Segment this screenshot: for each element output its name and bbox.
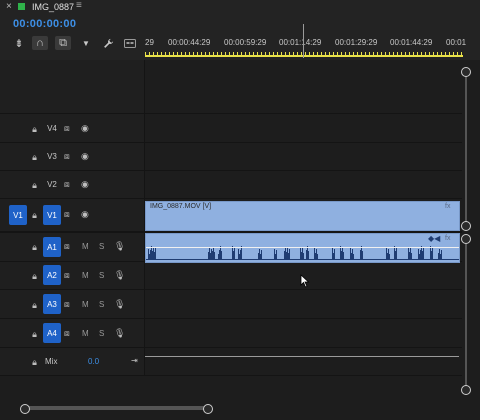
track-row-mix[interactable]: 🔒︎ Mix 0.0 ⇥ <box>0 348 462 376</box>
mute-button[interactable]: M <box>82 329 89 338</box>
track-row-a2[interactable]: A2 🔒︎ ⧈ M S 🎙︎ <box>0 262 462 290</box>
track-target-a3[interactable]: A3 <box>43 294 61 314</box>
eye-icon[interactable]: ◉ <box>81 179 89 189</box>
eye-icon[interactable]: ◉ <box>81 123 89 133</box>
lock-icon[interactable]: 🔒︎ <box>30 124 39 134</box>
lock-icon[interactable]: 🔒︎ <box>30 329 39 339</box>
ruler-label: 00:00:59:29 <box>224 38 267 47</box>
track-row-a3[interactable]: A3 🔒︎ ⧈ M S 🎙︎ <box>0 291 462 319</box>
zoom-handle-right[interactable] <box>203 404 213 414</box>
microphone-icon[interactable]: 🎙︎ <box>114 299 125 309</box>
volume-rubberband[interactable] <box>146 247 459 248</box>
ruler-label: 00:01 <box>446 38 467 47</box>
wrench-icon[interactable] <box>100 36 116 50</box>
sync-lock-icon[interactable]: ⧈ <box>64 299 70 309</box>
mix-label: Mix <box>45 357 58 366</box>
scroll-handle-bottom[interactable] <box>461 221 471 231</box>
track-target-a1[interactable]: A1 <box>43 237 61 257</box>
sync-lock-icon[interactable]: ⧈ <box>64 151 70 161</box>
track-row-empty <box>0 86 462 114</box>
track-target-a4[interactable]: A4 <box>43 323 61 343</box>
microphone-icon[interactable]: 🎙︎ <box>114 328 125 338</box>
solo-button[interactable]: S <box>99 329 104 338</box>
audio-keyframe-icon: ◆◀ <box>428 234 441 243</box>
video-vertical-scrollbar[interactable] <box>461 68 471 232</box>
track-name: V2 <box>47 180 57 189</box>
linked-selection-icon[interactable]: ⧉ <box>55 36 71 50</box>
ruler-label: 00:01:14:29 <box>279 38 322 47</box>
lock-icon[interactable]: 🔒︎ <box>30 300 39 310</box>
mute-button[interactable]: M <box>82 242 89 251</box>
ruler-label: 00:00:44:29 <box>168 38 211 47</box>
scroll-handle-top[interactable] <box>461 67 471 77</box>
solo-button[interactable]: S <box>99 271 104 280</box>
sequence-color-swatch <box>18 3 25 10</box>
track-row-v3[interactable]: 🔒︎ V3 ⧈ ◉ <box>0 143 462 171</box>
scroll-handle-bottom[interactable] <box>461 385 471 395</box>
audio-vertical-scrollbar[interactable] <box>461 236 471 396</box>
snap-icon[interactable]: ∩ <box>32 36 48 50</box>
eye-icon[interactable]: ◉ <box>81 209 89 219</box>
work-area-bar[interactable] <box>145 55 463 57</box>
sync-lock-icon[interactable]: ⧈ <box>64 179 70 189</box>
sync-lock-icon[interactable]: ⧈ <box>64 123 70 133</box>
mute-button[interactable]: M <box>82 300 89 309</box>
zoom-handle-left[interactable] <box>20 404 30 414</box>
fx-badge-icon: fx <box>445 203 451 210</box>
sync-lock-icon[interactable]: ⧈ <box>64 209 70 219</box>
track-row-v4[interactable]: 🔒︎ V4 ⧈ ◉ <box>0 115 462 143</box>
mix-level-line[interactable] <box>145 356 459 357</box>
lock-icon[interactable]: 🔒︎ <box>30 180 39 190</box>
track-target-a2[interactable]: A2 <box>43 265 61 285</box>
track-row-a4[interactable]: A4 🔒︎ ⧈ M S 🎙︎ <box>0 320 462 348</box>
lock-icon[interactable]: 🔒︎ <box>30 357 39 367</box>
microphone-icon[interactable]: 🎙︎ <box>114 270 125 280</box>
solo-button[interactable]: S <box>99 300 104 309</box>
mix-volume-value[interactable]: 0.0 <box>88 357 99 366</box>
panel-menu-icon[interactable]: ≡ <box>76 0 82 12</box>
mute-button[interactable]: M <box>82 271 89 280</box>
captions-icon[interactable] <box>122 36 138 50</box>
sequence-tab[interactable]: × IMG_0887 ≡ <box>0 0 480 14</box>
microphone-icon[interactable]: 🎙︎ <box>114 241 125 251</box>
track-target-v1[interactable]: V1 <box>43 205 61 225</box>
fx-badge-icon: fx <box>445 235 451 242</box>
eye-icon[interactable]: ◉ <box>81 151 89 161</box>
track-row-v2[interactable]: 🔒︎ V2 ⧈ ◉ <box>0 171 462 199</box>
insert-overwrite-icon[interactable]: ⇟ <box>11 36 27 50</box>
close-tab-icon[interactable]: × <box>6 1 12 13</box>
zoom-scroll-thumb[interactable] <box>26 406 208 410</box>
waveform-bar <box>241 246 242 260</box>
waveform-baseline <box>146 259 459 260</box>
track-name: V4 <box>47 124 57 133</box>
sequence-title[interactable]: IMG_0887 <box>32 1 74 13</box>
source-patch-v1[interactable]: V1 <box>9 205 27 225</box>
lock-icon[interactable]: 🔒︎ <box>30 210 39 220</box>
ruler-label: 00:01:29:29 <box>335 38 378 47</box>
lock-icon[interactable]: 🔒︎ <box>30 271 39 281</box>
playhead[interactable] <box>303 24 304 58</box>
ruler-label: 29 <box>145 38 154 47</box>
video-clip-label: IMG_0887.MOV [V] <box>150 203 212 210</box>
audio-clip[interactable] <box>145 233 460 263</box>
sync-lock-icon[interactable]: ⧈ <box>64 270 70 280</box>
add-marker-icon[interactable]: ▼ <box>78 36 94 50</box>
sync-lock-icon[interactable]: ⧈ <box>64 328 70 338</box>
track-name: V3 <box>47 152 57 161</box>
sync-lock-icon[interactable]: ⧈ <box>64 241 70 251</box>
go-to-end-icon[interactable]: ⇥ <box>131 356 138 365</box>
mouse-cursor-icon <box>300 274 310 288</box>
playhead-timecode[interactable]: 00:00:00:00 <box>13 18 76 30</box>
lock-icon[interactable]: 🔒︎ <box>30 242 39 252</box>
scroll-handle-top[interactable] <box>461 234 471 244</box>
ruler-label: 00:01:44:29 <box>390 38 433 47</box>
lock-icon[interactable]: 🔒︎ <box>30 152 39 162</box>
solo-button[interactable]: S <box>99 242 104 251</box>
